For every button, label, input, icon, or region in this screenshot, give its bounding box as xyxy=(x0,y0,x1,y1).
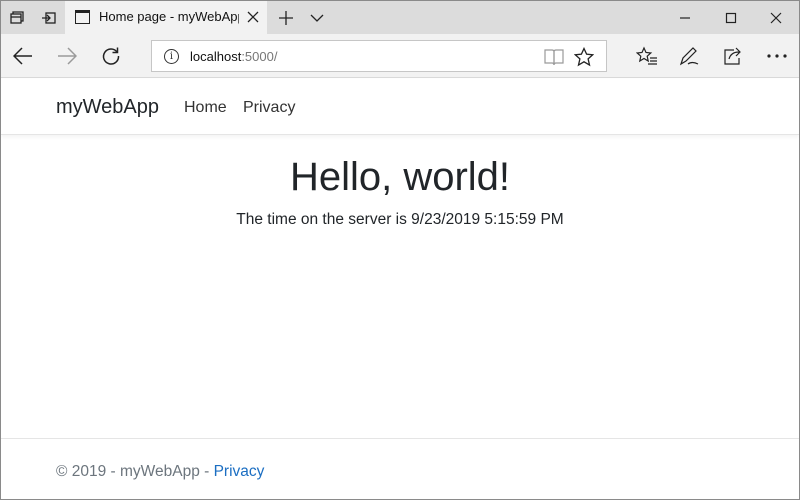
site-navbar: myWebApp Home Privacy xyxy=(1,79,799,135)
add-favorite-button[interactable] xyxy=(571,44,597,70)
chevron-down-icon xyxy=(310,14,324,22)
tabs-aside-icon xyxy=(42,11,56,24)
arrow-left-icon xyxy=(13,47,32,65)
pen-icon xyxy=(679,47,699,66)
site-footer: © 2019 - myWebApp - Privacy xyxy=(1,438,799,498)
more-button[interactable] xyxy=(755,34,799,78)
url-port-path: :5000/ xyxy=(241,49,278,64)
maximize-icon xyxy=(725,12,737,23)
browser-window: Home page - myWebApp i localhost:5000/ m… xyxy=(0,0,800,500)
favorites-button[interactable] xyxy=(625,34,669,78)
browser-toolbar: i localhost:5000/ xyxy=(1,34,799,78)
refresh-icon xyxy=(102,47,120,65)
server-time-text: The time on the server is 9/23/2019 5:15… xyxy=(236,211,564,228)
close-window-button[interactable] xyxy=(753,1,799,34)
web-note-button[interactable] xyxy=(667,34,711,78)
plus-icon xyxy=(279,10,293,25)
forward-button[interactable] xyxy=(45,34,89,78)
url-text[interactable]: localhost:5000/ xyxy=(190,49,277,64)
nav-link-privacy[interactable]: Privacy xyxy=(243,99,295,117)
page-icon xyxy=(75,10,90,24)
arrow-right-icon xyxy=(58,47,77,65)
tab-close-button[interactable] xyxy=(241,5,265,29)
new-tab-button[interactable] xyxy=(270,1,302,34)
web-page: myWebApp Home Privacy Hello, world! The … xyxy=(1,79,799,499)
footer-copyright: © 2019 - myWebApp - xyxy=(56,463,214,480)
star-icon xyxy=(574,47,594,67)
minimize-icon xyxy=(680,16,690,19)
minimize-button[interactable] xyxy=(662,1,708,34)
footer-text: © 2019 - myWebApp - Privacy xyxy=(56,463,264,481)
tab-actions-button[interactable] xyxy=(1,1,33,34)
favorites-list-icon xyxy=(636,46,657,65)
share-icon xyxy=(724,47,741,65)
set-tabs-aside-button[interactable] xyxy=(33,1,65,34)
info-icon[interactable]: i xyxy=(164,49,179,64)
tab-home-page[interactable]: Home page - myWebApp xyxy=(65,1,267,34)
tab-preview-button[interactable] xyxy=(301,1,333,34)
title-bar: Home page - myWebApp xyxy=(1,1,799,34)
nav-link-home[interactable]: Home xyxy=(184,99,227,117)
refresh-button[interactable] xyxy=(89,34,133,78)
footer-privacy-link[interactable]: Privacy xyxy=(214,463,265,480)
more-dots-icon xyxy=(767,54,787,58)
close-icon xyxy=(770,12,782,23)
back-button[interactable] xyxy=(1,34,45,78)
site-brand-link[interactable]: myWebApp xyxy=(56,96,159,119)
address-bar[interactable]: i localhost:5000/ xyxy=(151,40,607,72)
tab-title: Home page - myWebApp xyxy=(99,9,239,24)
tab-stack-icon xyxy=(10,10,24,24)
close-icon xyxy=(247,11,259,23)
share-button[interactable] xyxy=(711,34,755,78)
book-icon xyxy=(544,49,564,66)
url-host: localhost xyxy=(190,49,242,64)
maximize-button[interactable] xyxy=(708,1,754,34)
reading-view-button[interactable] xyxy=(541,44,567,70)
page-heading: Hello, world! xyxy=(289,155,511,199)
